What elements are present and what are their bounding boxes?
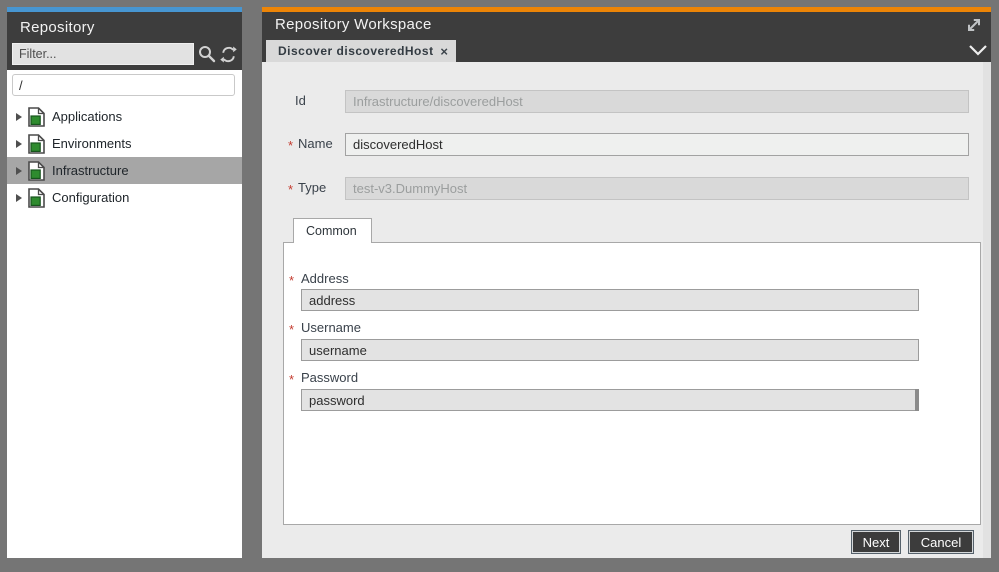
required-marker: * [289,322,294,337]
required-marker: * [288,182,293,197]
workspace-panel: Repository Workspace Discover discovered… [262,7,991,558]
username-input[interactable] [301,339,919,361]
name-input[interactable] [345,133,969,156]
caret-right-icon[interactable] [16,194,22,202]
tree-item-infrastructure[interactable]: Infrastructure [7,157,242,184]
repository-panel-title: Repository [20,19,95,36]
repository-tree-container: Applications Environments [7,70,242,558]
id-input [345,90,969,113]
tab-discover-discoveredhost[interactable]: Discover discoveredHost × [266,40,456,62]
caret-right-icon[interactable] [16,140,22,148]
tree-item-label: Infrastructure [52,163,129,178]
next-button[interactable]: Next [851,530,901,554]
password-label: Password [301,370,358,385]
filter-input[interactable] [12,43,194,65]
tree-item-label: Configuration [52,190,129,205]
required-marker: * [289,273,294,288]
repository-tree: Applications Environments [7,103,242,211]
chevron-down-icon[interactable] [967,41,989,61]
password-input[interactable] [301,389,919,411]
document-icon [28,161,45,181]
tree-item-configuration[interactable]: Configuration [7,184,242,211]
repository-panel: Repository [7,7,242,558]
tree-item-applications[interactable]: Applications [7,103,242,130]
refresh-icon[interactable] [219,45,237,63]
caret-right-icon[interactable] [16,113,22,121]
document-icon [28,188,45,208]
name-label: Name [298,136,333,151]
username-label: Username [301,320,361,335]
required-marker: * [289,372,294,387]
address-input[interactable] [301,289,919,311]
cancel-button[interactable]: Cancel [908,530,974,554]
address-label: Address [301,271,349,286]
tree-item-environments[interactable]: Environments [7,130,242,157]
search-icon[interactable] [198,45,216,63]
expand-diagonal-icon[interactable] [963,14,985,36]
document-icon [28,107,45,127]
tab-common[interactable]: Common [293,218,372,243]
type-label: Type [298,180,326,195]
resize-grip[interactable] [915,389,919,411]
common-section-panel: * Address * Username * Password [283,242,981,525]
repository-header: Repository [7,12,242,70]
tab-label: Discover discoveredHost [266,44,434,58]
workspace-content: Id * Name * Type Common * Address * User… [262,62,991,558]
workspace-tab-strip: Discover discoveredHost × [262,40,991,62]
application-window: Repository [0,0,999,572]
tree-item-label: Applications [52,109,122,124]
caret-right-icon[interactable] [16,167,22,175]
tree-item-label: Environments [52,136,131,151]
workspace-title: Repository Workspace [275,16,432,33]
required-marker: * [288,138,293,153]
scrollbar-track[interactable] [983,62,991,558]
close-icon[interactable]: × [440,45,448,58]
path-input[interactable] [12,74,235,96]
workspace-header: Repository Workspace [262,12,991,40]
type-input [345,177,969,200]
document-icon [28,134,45,154]
id-label: Id [295,93,306,108]
